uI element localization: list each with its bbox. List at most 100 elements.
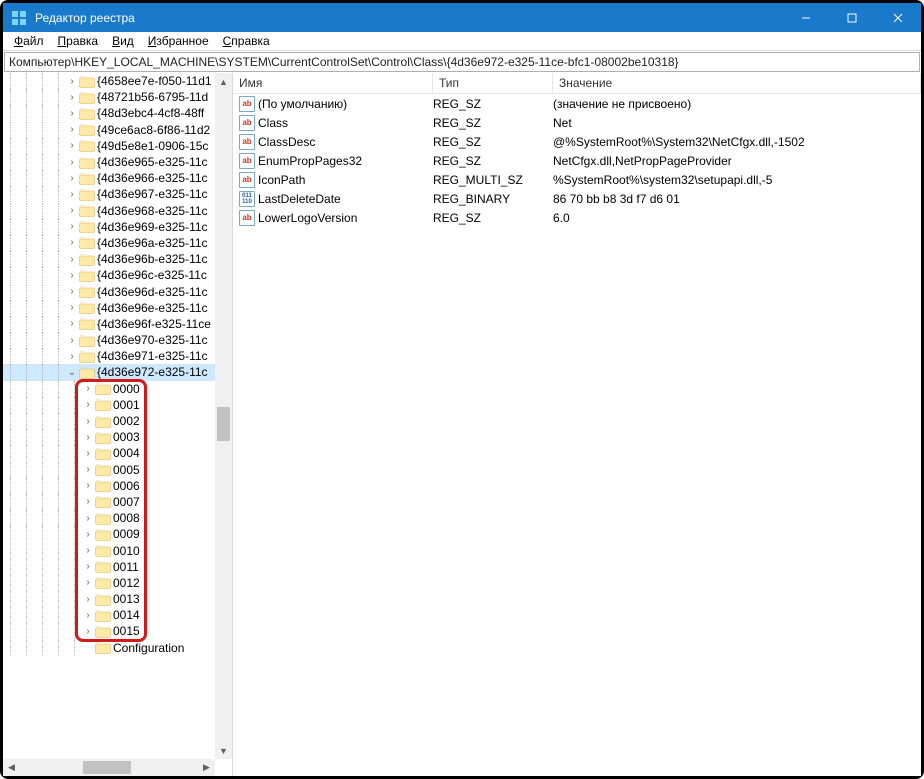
chevron-right-icon[interactable]: › [67,221,77,232]
column-name[interactable]: Имя [233,73,433,93]
tree-item-child[interactable]: ›0014 [3,607,215,623]
tree-item-child[interactable]: ›0010 [3,542,215,558]
tree-item-child[interactable]: ›0000 [3,381,215,397]
menu-вид[interactable]: Вид [105,34,141,48]
address-bar[interactable]: Компьютер\HKEY_LOCAL_MACHINE\SYSTEM\Curr… [4,52,920,72]
tree-item[interactable]: ›{48721b56-6795-11d [3,89,215,105]
chevron-right-icon[interactable]: › [83,416,93,427]
chevron-right-icon[interactable]: › [67,108,77,119]
chevron-right-icon[interactable]: › [83,594,93,605]
tree-item[interactable]: ›{4d36e971-e325-11c [3,348,215,364]
column-type[interactable]: Тип [433,73,553,93]
hscroll-thumb[interactable] [83,761,131,774]
tree-item-child[interactable]: ›0006 [3,478,215,494]
tree-item[interactable]: ›{49ce6ac8-6f86-11d2 [3,122,215,138]
chevron-right-icon[interactable]: › [67,76,77,87]
tree-item[interactable]: ›{4658ee7e-f050-11d1 [3,73,215,89]
chevron-right-icon[interactable]: › [67,302,77,313]
value-row[interactable]: abEnumPropPages32REG_SZNetCfgx.dll,NetPr… [233,151,921,170]
chevron-right-icon[interactable]: › [83,496,93,507]
value-row[interactable]: abClassDescREG_SZ@%SystemRoot%\System32\… [233,132,921,151]
chevron-right-icon[interactable]: › [67,92,77,103]
tree-item-label: 0013 [113,592,140,606]
tree-item[interactable]: ›{4d36e966-e325-11c [3,170,215,186]
chevron-right-icon[interactable]: › [67,254,77,265]
tree-item-selected[interactable]: ⌄{4d36e972-e325-11c [3,364,215,380]
tree-item[interactable]: ›{48d3ebc4-4cf8-48ff [3,105,215,121]
menu-правка[interactable]: Правка [51,34,106,48]
tree-item-child[interactable]: ›0012 [3,575,215,591]
tree-vscrollbar[interactable]: ▲ ▼ [215,73,232,759]
tree-item-child[interactable]: ›0011 [3,559,215,575]
chevron-right-icon[interactable]: › [67,270,77,281]
chevron-right-icon[interactable]: › [67,124,77,135]
tree-item[interactable]: ›{4d36e96e-e325-11c [3,300,215,316]
vscroll-thumb[interactable] [217,407,230,441]
menu-файл[interactable]: Файл [7,34,51,48]
tree-item-child[interactable]: ›0005 [3,462,215,478]
tree-item[interactable]: ›{4d36e968-e325-11c [3,203,215,219]
tree-item[interactable]: ›{49d5e8e1-0906-15c [3,138,215,154]
tree-hscrollbar[interactable]: ◀ ▶ [3,759,215,776]
tree-item-child[interactable]: ›0007 [3,494,215,510]
tree-item[interactable]: ›{4d36e967-e325-11c [3,186,215,202]
chevron-right-icon[interactable]: › [67,140,77,151]
scroll-up-arrow[interactable]: ▲ [215,73,232,90]
tree-item[interactable]: ›{4d36e970-e325-11c [3,332,215,348]
chevron-right-icon[interactable]: › [83,545,93,556]
chevron-right-icon[interactable]: › [83,432,93,443]
tree-item-child[interactable]: ›0004 [3,445,215,461]
chevron-right-icon[interactable]: › [67,189,77,200]
chevron-right-icon[interactable]: › [67,318,77,329]
chevron-right-icon[interactable]: › [83,577,93,588]
tree-item-child[interactable]: › 0013 [3,591,215,607]
scroll-right-arrow[interactable]: ▶ [198,759,215,776]
chevron-right-icon[interactable]: › [83,480,93,491]
tree-item[interactable]: ›{4d36e96c-e325-11c [3,267,215,283]
tree-item-child[interactable]: ›0008 [3,510,215,526]
minimize-button[interactable] [783,3,829,32]
tree-item[interactable]: ›{4d36e965-e325-11c [3,154,215,170]
chevron-right-icon[interactable]: › [67,205,77,216]
value-row[interactable]: abLowerLogoVersionREG_SZ6.0 [233,208,921,227]
chevron-right-icon[interactable]: › [83,399,93,410]
tree-item-child[interactable]: ›0001 [3,397,215,413]
tree-item[interactable]: ›{4d36e96d-e325-11c [3,283,215,299]
close-button[interactable] [875,3,921,32]
maximize-button[interactable] [829,3,875,32]
menu-справка[interactable]: Справка [216,34,277,48]
column-data[interactable]: Значение [553,73,921,93]
tree-item[interactable]: Configuration [3,640,215,656]
chevron-right-icon[interactable]: › [67,157,77,168]
menu-избранное[interactable]: Избранное [141,34,216,48]
chevron-right-icon[interactable]: › [83,464,93,475]
chevron-right-icon[interactable]: › [83,448,93,459]
value-row[interactable]: ab(По умолчанию)REG_SZ(значение не присв… [233,94,921,113]
chevron-right-icon[interactable]: › [83,383,93,394]
chevron-right-icon[interactable]: › [83,610,93,621]
chevron-right-icon[interactable]: › [83,626,93,637]
tree-item-child[interactable]: ›0002 [3,413,215,429]
scroll-left-arrow[interactable]: ◀ [3,759,20,776]
tree-item[interactable]: ›{4d36e96a-e325-11c [3,235,215,251]
tree-item-child[interactable]: ›0003 [3,429,215,445]
chevron-right-icon[interactable]: › [83,513,93,524]
chevron-right-icon[interactable]: › [83,529,93,540]
chevron-down-icon[interactable]: ⌄ [67,367,77,378]
tree-item-child[interactable]: ›0009 [3,526,215,542]
tree-item-child[interactable]: ›0015 [3,623,215,639]
tree-item[interactable]: ›{4d36e969-e325-11c [3,219,215,235]
chevron-right-icon[interactable]: › [67,286,77,297]
chevron-right-icon[interactable]: › [83,561,93,572]
chevron-right-icon[interactable]: › [67,237,77,248]
value-row[interactable]: abIconPathREG_MULTI_SZ%SystemRoot%\syste… [233,170,921,189]
value-row[interactable]: abClassREG_SZNet [233,113,921,132]
chevron-right-icon[interactable]: › [67,173,77,184]
scroll-down-arrow[interactable]: ▼ [215,742,232,759]
value-row[interactable]: 011110LastDeleteDateREG_BINARY86 70 bb b… [233,189,921,208]
chevron-right-icon[interactable]: › [67,335,77,346]
tree-panel: ›{4658ee7e-f050-11d1›{48721b56-6795-11d›… [3,73,233,776]
tree-item[interactable]: ›{4d36e96f-e325-11ce [3,316,215,332]
chevron-right-icon[interactable]: › [67,351,77,362]
tree-item[interactable]: ›{4d36e96b-e325-11c [3,251,215,267]
